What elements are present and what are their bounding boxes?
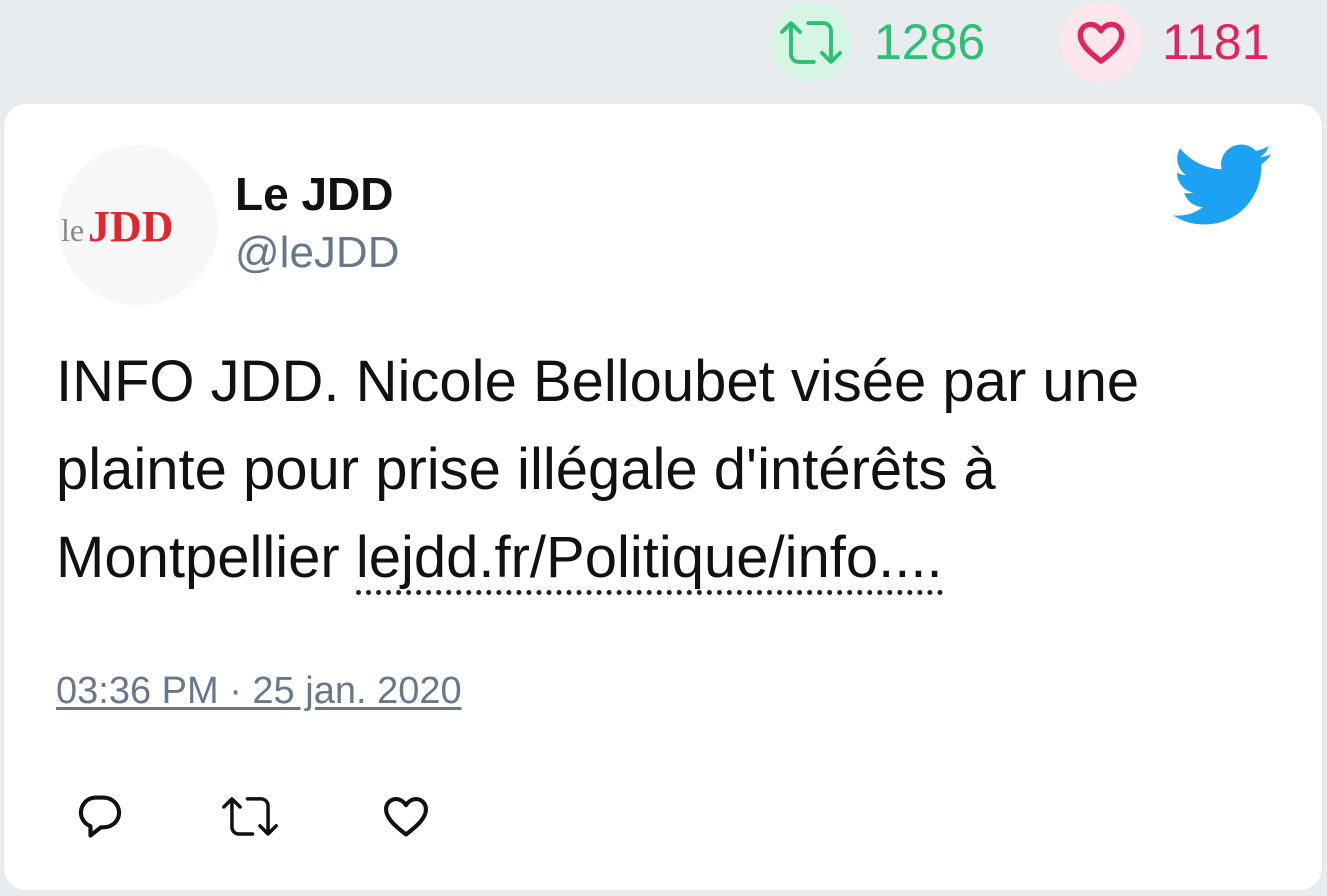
retweet-stat-icon[interactable] xyxy=(771,2,851,82)
author-handle[interactable]: @leJDD xyxy=(235,228,399,278)
like-stat-icon[interactable] xyxy=(1061,2,1141,82)
le-jdd-logo: le JDD xyxy=(61,202,174,251)
tweet-timestamp[interactable]: 03:36 PM · 25 jan. 2020 xyxy=(56,668,462,714)
tweet-card: le JDD Le JDD @leJDD INFO JDD. Nicole Be… xyxy=(4,104,1322,890)
author-display-name[interactable]: Le JDD xyxy=(235,168,393,220)
tweet-stats-bar: 1286 1181 xyxy=(0,0,1327,104)
reply-button[interactable] xyxy=(72,788,128,844)
like-icon xyxy=(384,797,428,837)
retweet-button[interactable] xyxy=(222,788,278,844)
tweet-text: INFO JDD. Nicole Belloubet visée par une… xyxy=(56,338,1286,602)
retweet-icon xyxy=(222,797,278,836)
reply-icon xyxy=(78,795,122,838)
svg-text:JDD: JDD xyxy=(88,202,174,251)
svg-text:le: le xyxy=(61,212,84,248)
like-button[interactable] xyxy=(378,788,434,844)
retweet-count: 1286 xyxy=(874,14,986,70)
avatar[interactable]: le JDD xyxy=(58,145,218,305)
tweet-link[interactable]: lejdd.fr/Politique/info.... xyxy=(355,525,943,595)
twitter-bird-icon[interactable] xyxy=(1173,144,1273,231)
like-count: 1181 xyxy=(1162,14,1270,70)
